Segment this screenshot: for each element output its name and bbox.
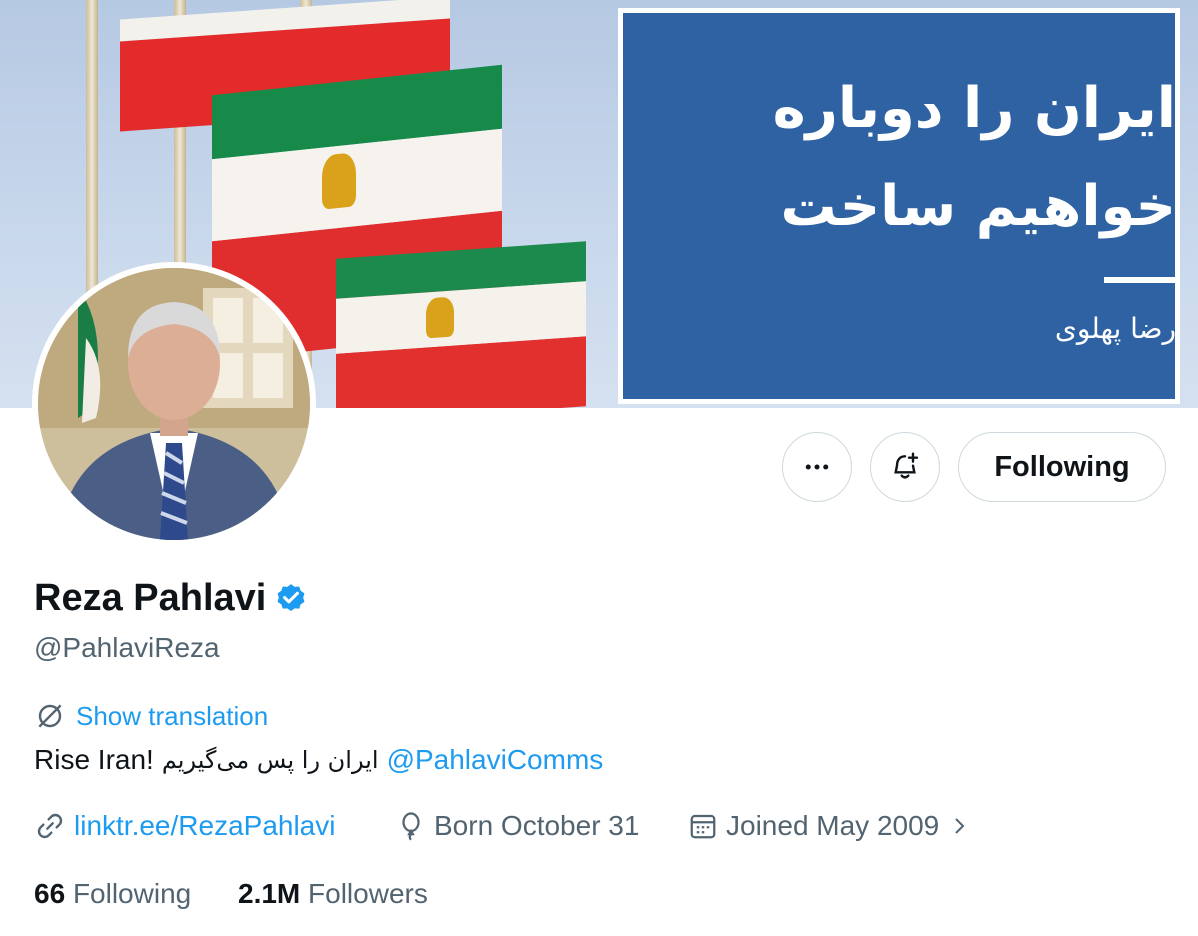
- show-translation-label[interactable]: Show translation: [76, 701, 268, 732]
- notifications-button[interactable]: [870, 432, 940, 502]
- banner-divider: [1104, 277, 1176, 283]
- iranian-flag: [336, 241, 586, 408]
- following-label: Following: [72, 878, 192, 909]
- lion-and-sun-emblem: [322, 152, 356, 210]
- followers-label: Followers: [308, 878, 428, 909]
- bell-plus-icon: [894, 452, 919, 479]
- lion-and-sun-emblem: [426, 296, 454, 339]
- banner-title: ایران را دوباره خواهیم ساخت: [772, 76, 1176, 239]
- followers-count-link[interactable]: 2.1M Followers: [238, 878, 428, 910]
- user-handle: @PahlaviReza: [34, 632, 220, 663]
- display-name-text: Reza Pahlavi: [34, 577, 267, 619]
- bio-farsi-text: ایران را پس می‌گیریم: [161, 746, 379, 774]
- more-options-button[interactable]: [782, 432, 852, 502]
- bio-mention-link[interactable]: @PahlaviComms: [387, 744, 604, 776]
- translate-globe-icon: [38, 704, 62, 728]
- followers-count: 2.1M: [238, 878, 301, 909]
- calendar-icon: [690, 814, 716, 839]
- display-name: Reza Pahlavi: [34, 577, 308, 620]
- avatar[interactable]: [38, 268, 310, 540]
- birthday-info: Born October 31: [396, 810, 639, 842]
- birthday-text: Born October 31: [434, 810, 640, 841]
- website-url[interactable]: linktr.ee/RezaPahlavi: [74, 810, 335, 842]
- website-link[interactable]: linktr.ee/RezaPahlavi: [34, 810, 335, 842]
- verified-badge-icon[interactable]: [274, 582, 308, 616]
- chevron-right-icon: [955, 818, 965, 834]
- more-horizontal-icon: [805, 464, 829, 470]
- link-icon: [37, 813, 63, 839]
- following-count-link[interactable]: 66 Following: [34, 878, 191, 910]
- balloon-icon: [402, 812, 420, 841]
- show-translation-link[interactable]: Show translation: [34, 700, 268, 732]
- bio-text: Rise Iran!: [34, 744, 154, 775]
- joined-text: Joined May 2009: [726, 810, 940, 841]
- following-button[interactable]: Following: [958, 432, 1166, 502]
- banner-signature: رضا پهلوی: [1054, 312, 1176, 345]
- profile-bio: Rise Iran! ایران را پس می‌گیریم @Pahlavi…: [34, 744, 603, 776]
- following-count: 66: [34, 878, 66, 909]
- joined-info[interactable]: Joined May 2009: [688, 810, 971, 842]
